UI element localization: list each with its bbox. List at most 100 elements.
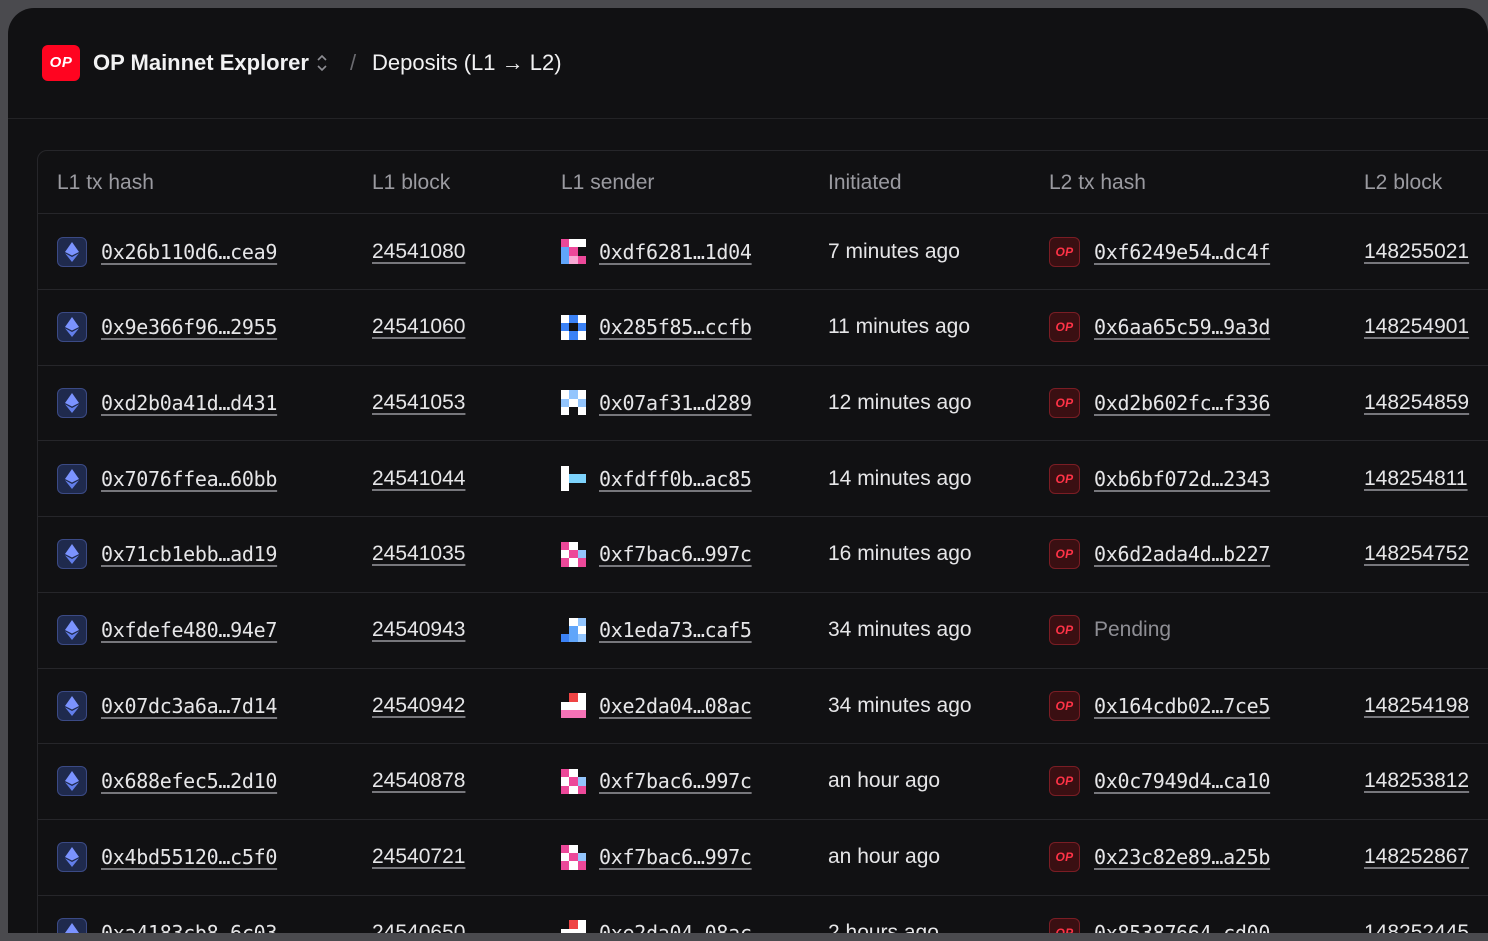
address-identicon-icon bbox=[561, 844, 586, 870]
page-title: Deposits (L1 → L2) bbox=[372, 50, 562, 75]
ethereum-icon bbox=[57, 387, 87, 418]
ethereum-icon bbox=[57, 690, 87, 721]
op-icon: OP bbox=[1049, 842, 1080, 873]
address-identicon-icon bbox=[561, 768, 586, 794]
table-header: L1 tx hash L1 block L1 sender Initiated … bbox=[38, 151, 1488, 214]
op-icon: OP bbox=[1049, 236, 1080, 267]
initiated-time: 34 minutes ago bbox=[828, 693, 972, 717]
l1-sender-link[interactable]: 0xe2da04…08ac bbox=[599, 921, 752, 933]
l2-tx-hash-link[interactable]: 0xb6bf072d…2343 bbox=[1094, 467, 1270, 491]
l2-block-link[interactable]: 148254198 bbox=[1364, 694, 1469, 718]
l1-block-link[interactable]: 24540650 bbox=[372, 921, 465, 933]
op-icon: OP bbox=[1049, 539, 1080, 570]
l1-sender-link[interactable]: 0x285f85…ccfb bbox=[599, 315, 752, 339]
l1-tx-hash-link[interactable]: 0x9e366f96…2955 bbox=[101, 315, 277, 339]
op-logo-icon[interactable]: OP bbox=[42, 45, 80, 81]
ethereum-icon bbox=[57, 539, 87, 570]
l2-tx-hash-link[interactable]: 0x85387664…cd00 bbox=[1094, 921, 1270, 933]
l1-sender-link[interactable]: 0x07af31…d289 bbox=[599, 391, 752, 415]
table-row: 0xd2b0a41d…d431 24541053 0x07af31…d289 12 m… bbox=[38, 365, 1488, 442]
l1-block-link[interactable]: 24540943 bbox=[372, 618, 465, 642]
l1-tx-hash-link[interactable]: 0x71cb1ebb…ad19 bbox=[101, 542, 277, 566]
l1-tx-hash-link[interactable]: 0xd2b0a41d…d431 bbox=[101, 391, 277, 415]
address-identicon-icon bbox=[561, 693, 586, 719]
l1-tx-hash-link[interactable]: 0xa4183cb8…6c03 bbox=[101, 921, 277, 933]
l1-block-link[interactable]: 24541060 bbox=[372, 315, 465, 339]
address-identicon-icon bbox=[561, 920, 586, 933]
l2-tx-hash-link[interactable]: 0x23c82e89…a25b bbox=[1094, 845, 1270, 869]
column-header-l2-block: L2 block bbox=[1364, 171, 1443, 194]
l2-block-link[interactable]: 148252445 bbox=[1364, 921, 1469, 933]
ethereum-icon bbox=[57, 312, 87, 343]
l1-block-link[interactable]: 24541053 bbox=[372, 391, 465, 415]
op-icon: OP bbox=[1049, 690, 1080, 721]
l1-tx-hash-link[interactable]: 0x4bd55120…c5f0 bbox=[101, 845, 277, 869]
address-identicon-icon bbox=[561, 390, 586, 416]
l1-sender-link[interactable]: 0xfdff0b…ac85 bbox=[599, 467, 752, 491]
l1-block-link[interactable]: 24540878 bbox=[372, 769, 465, 793]
op-icon: OP bbox=[1049, 387, 1080, 418]
table-row: 0x688efec5…2d10 24540878 0xf7bac6…997c an h… bbox=[38, 744, 1488, 820]
l2-block-link[interactable]: 148255021 bbox=[1364, 240, 1469, 264]
column-header-l2-tx-hash: L2 tx hash bbox=[1049, 171, 1146, 194]
initiated-time: 16 minutes ago bbox=[828, 542, 972, 566]
l1-sender-link[interactable]: 0xf7bac6…997c bbox=[599, 542, 752, 566]
op-icon: OP bbox=[1049, 615, 1080, 645]
initiated-time: 34 minutes ago bbox=[828, 618, 972, 641]
initiated-time: 12 minutes ago bbox=[828, 390, 972, 414]
l2-status-pending: Pending bbox=[1094, 618, 1172, 641]
address-identicon-icon bbox=[561, 239, 586, 264]
l1-block-link[interactable]: 24541044 bbox=[372, 467, 465, 491]
l1-tx-hash-link[interactable]: 0x07dc3a6a…7d14 bbox=[101, 694, 277, 718]
address-identicon-icon bbox=[561, 314, 586, 340]
l1-block-link[interactable]: 24541035 bbox=[372, 542, 465, 566]
ethereum-icon bbox=[57, 236, 87, 267]
table-row: 0xa4183cb8…6c03 24540650 0xe2da04…08ac 2 ho… bbox=[38, 895, 1488, 933]
op-icon: OP bbox=[1049, 766, 1080, 797]
ethereum-icon bbox=[57, 766, 87, 797]
table-row: 0x9e366f96…2955 24541060 0x285f85…ccfb 11 m… bbox=[38, 290, 1488, 366]
l2-tx-hash-link[interactable]: 0xd2b602fc…f336 bbox=[1094, 391, 1270, 415]
address-identicon-icon bbox=[561, 541, 586, 567]
l2-block-link[interactable]: 148252867 bbox=[1364, 845, 1469, 869]
ethereum-icon bbox=[57, 842, 87, 873]
table-row: 0x4bd55120…c5f0 24540721 0xf7bac6…997c an h… bbox=[38, 820, 1488, 896]
l2-tx-hash-link[interactable]: 0x0c7949d4…ca10 bbox=[1094, 769, 1270, 793]
op-icon: OP bbox=[1049, 463, 1080, 494]
initiated-time: 2 hours ago bbox=[828, 920, 939, 933]
l2-block-link[interactable]: 148254752 bbox=[1364, 542, 1469, 566]
l1-block-link[interactable]: 24540942 bbox=[372, 694, 465, 718]
l2-tx-hash-link[interactable]: 0x6d2ada4d…b227 bbox=[1094, 542, 1270, 566]
l1-sender-link[interactable]: 0xe2da04…08ac bbox=[599, 694, 752, 718]
l1-sender-link[interactable]: 0xf7bac6…997c bbox=[599, 845, 752, 869]
l1-tx-hash-link[interactable]: 0x7076ffea…60bb bbox=[101, 467, 277, 491]
initiated-time: an hour ago bbox=[828, 769, 941, 793]
column-header-l1-tx-hash: L1 tx hash bbox=[57, 171, 154, 194]
initiated-time: 14 minutes ago bbox=[828, 466, 972, 490]
l1-tx-hash-link[interactable]: 0x688efec5…2d10 bbox=[101, 769, 277, 793]
l2-block-link[interactable]: 148254901 bbox=[1364, 315, 1469, 339]
l2-tx-hash-link[interactable]: 0x6aa65c59…9a3d bbox=[1094, 315, 1270, 339]
address-identicon-icon bbox=[561, 466, 586, 492]
column-header-l1-sender: L1 sender bbox=[561, 171, 655, 194]
chevron-up-down-icon[interactable] bbox=[316, 54, 328, 72]
ethereum-icon bbox=[57, 615, 87, 645]
l2-tx-hash-link[interactable]: 0xf6249e54…dc4f bbox=[1094, 240, 1270, 264]
table-row: 0x71cb1ebb…ad19 24541035 0xf7bac6…997c 16 m… bbox=[38, 517, 1488, 593]
l1-sender-link[interactable]: 0xdf6281…1d04 bbox=[599, 240, 752, 264]
l1-tx-hash-link[interactable]: 0x26b110d6…cea9 bbox=[101, 240, 277, 264]
l1-block-link[interactable]: 24540721 bbox=[372, 845, 465, 869]
network-switcher-label[interactable]: OP Mainnet Explorer bbox=[93, 48, 309, 78]
initiated-time: 7 minutes ago bbox=[828, 239, 960, 263]
table-row: 0xfdefe480…94e7 24540943 0x1eda73…caf5 34 m… bbox=[38, 593, 1488, 669]
l1-sender-link[interactable]: 0x1eda73…caf5 bbox=[599, 618, 752, 642]
l2-tx-hash-link[interactable]: 0x164cdb02…7ce5 bbox=[1094, 694, 1270, 718]
ethereum-icon bbox=[57, 463, 87, 494]
l1-tx-hash-link[interactable]: 0xfdefe480…94e7 bbox=[101, 618, 277, 642]
l1-sender-link[interactable]: 0xf7bac6…997c bbox=[599, 769, 752, 793]
l2-block-link[interactable]: 148253812 bbox=[1364, 769, 1469, 793]
op-icon: OP bbox=[1049, 312, 1080, 343]
l2-block-link[interactable]: 148254811 bbox=[1364, 467, 1468, 491]
l1-block-link[interactable]: 24541080 bbox=[372, 240, 465, 264]
l2-block-link[interactable]: 148254859 bbox=[1364, 391, 1469, 415]
